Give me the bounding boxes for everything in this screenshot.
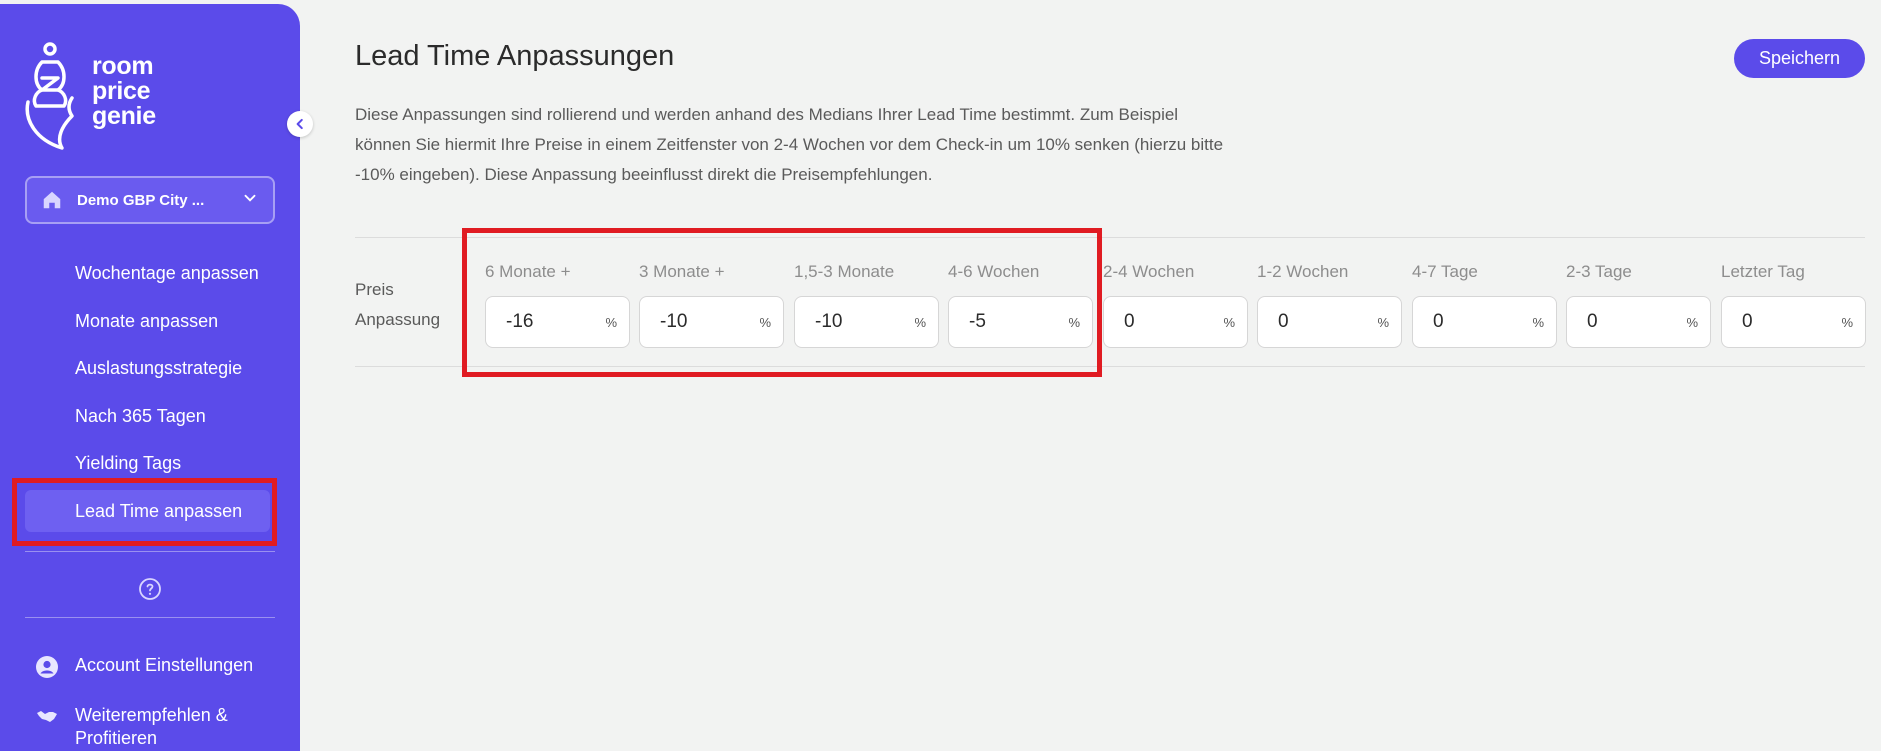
lead-time-column: 2-3 Tage 0% (1566, 262, 1711, 348)
home-icon (41, 189, 63, 211)
column-header: 2-4 Wochen (1103, 262, 1195, 281)
nav-item-monate[interactable]: Monate anpassen (75, 311, 218, 332)
lead-time-column: Letzter Tag 0% (1721, 262, 1866, 348)
row-label-preis-anpassung: Preis Anpassung (355, 280, 441, 329)
percent-unit: % (1841, 314, 1853, 330)
help-icon[interactable] (138, 577, 162, 601)
column-header: 4-7 Tage (1412, 262, 1478, 281)
column-header: 1-2 Wochen (1257, 262, 1349, 281)
percent-unit: % (1377, 314, 1389, 330)
lead-time-column: 2-4 Wochen 0% (1103, 262, 1248, 348)
account-settings-label: Account Einstellungen (75, 655, 254, 675)
column-header: Letzter Tag (1721, 262, 1805, 281)
page-title: Lead Time Anpassungen (355, 40, 675, 72)
percent-unit: % (1686, 314, 1698, 330)
nav-highlight-box (12, 478, 277, 546)
description: Diese Anpassungen sind rollierend und we… (355, 105, 1224, 184)
adjustment-input[interactable]: 0% (1412, 296, 1557, 348)
sidebar-divider (25, 551, 275, 552)
adjustment-input[interactable]: 0% (1566, 296, 1711, 348)
account-circle-icon (35, 655, 59, 679)
nav-item-nach-365-tagen[interactable]: Nach 365 Tagen (75, 406, 206, 427)
account-settings-link[interactable]: Account Einstellungen (35, 655, 253, 679)
input-value[interactable]: 0 (1124, 311, 1223, 333)
collapse-sidebar-button[interactable] (287, 111, 313, 137)
column-header: 2-3 Tage (1566, 262, 1632, 281)
lead-time-column: 4-7 Tage 0% (1412, 262, 1557, 348)
input-value[interactable]: 0 (1433, 311, 1532, 333)
nav-item-wochentage[interactable]: Wochentage anpassen (75, 263, 259, 284)
property-selector[interactable]: Demo GBP City ... (25, 176, 275, 224)
input-value[interactable]: 0 (1278, 311, 1377, 333)
sidebar: room price genie Demo GBP City ... Woche… (0, 4, 300, 751)
handshake-icon (35, 704, 59, 728)
chevron-down-icon (241, 189, 259, 212)
sidebar-divider (25, 617, 275, 618)
brand-logo[interactable]: room price genie (22, 40, 156, 150)
adjustment-input[interactable]: 0% (1721, 296, 1866, 348)
input-value[interactable]: 0 (1742, 311, 1841, 333)
nav-item-auslastungsstrategie[interactable]: Auslastungsstrategie (75, 358, 242, 379)
chevron-left-icon (296, 118, 303, 130)
refer-link[interactable]: Weiterempfehlen & Profitieren (35, 704, 228, 750)
genie-logo-icon (25, 42, 74, 150)
property-name: Demo GBP City ... (77, 191, 205, 209)
brand-name: room price genie (92, 52, 156, 130)
percent-unit: % (1532, 314, 1544, 330)
save-button[interactable]: Speichern (1734, 39, 1865, 78)
nav-item-yielding-tags[interactable]: Yielding Tags (75, 453, 181, 474)
fields-highlight-box (462, 228, 1102, 377)
input-value[interactable]: 0 (1587, 311, 1686, 333)
lead-time-column: 1-2 Wochen 0% (1257, 262, 1402, 348)
percent-unit: % (1223, 314, 1235, 330)
adjustment-input[interactable]: 0% (1103, 296, 1248, 348)
adjustment-input[interactable]: 0% (1257, 296, 1402, 348)
refer-label: Weiterempfehlen & Profitieren (75, 705, 228, 748)
